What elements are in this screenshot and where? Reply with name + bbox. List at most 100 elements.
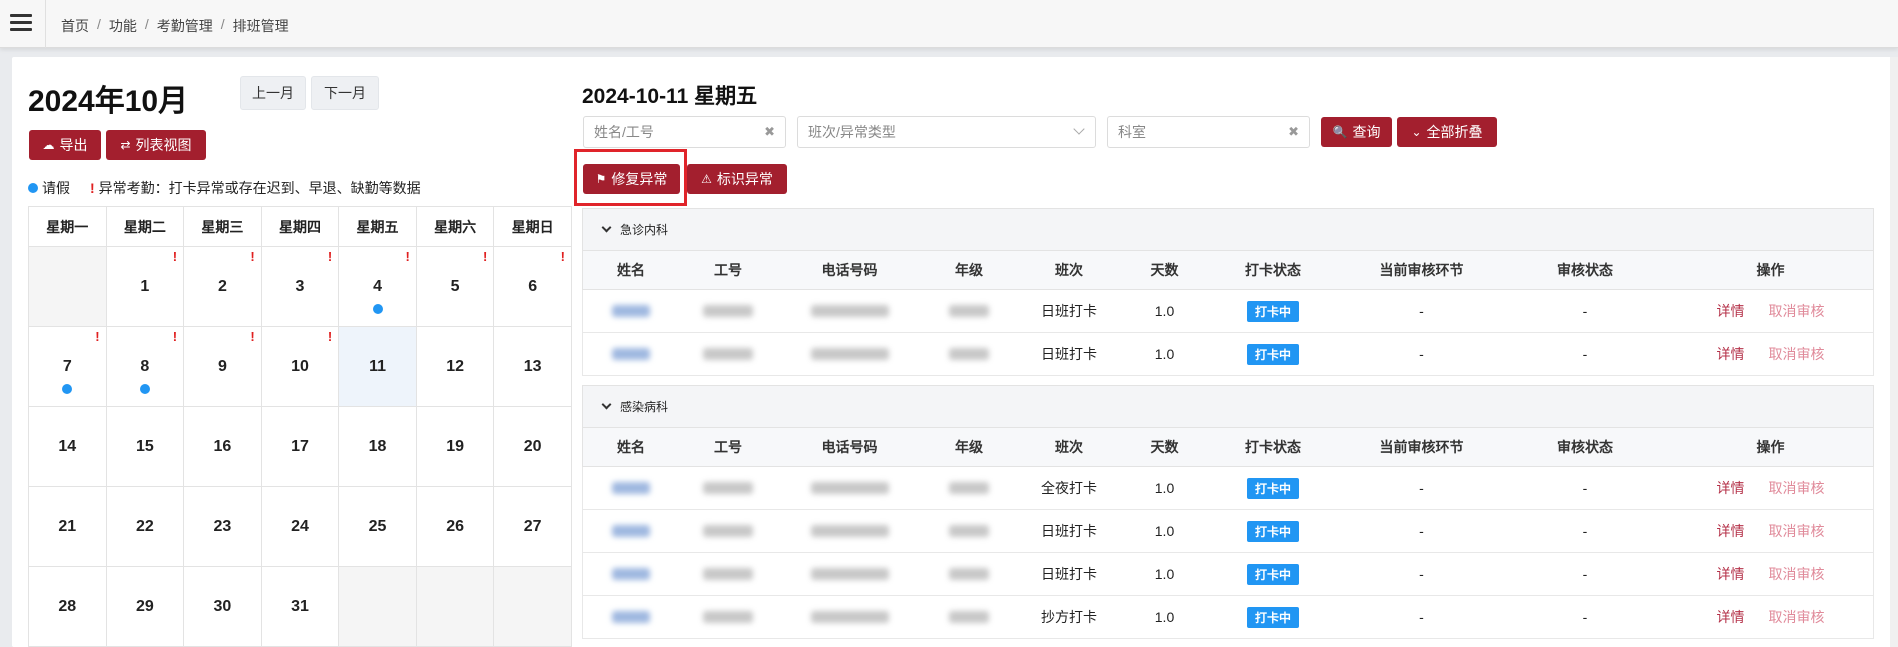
- scrollbar[interactable]: [1890, 57, 1898, 647]
- breadcrumb-function[interactable]: 功能: [109, 16, 137, 36]
- shift-cell: 日班打卡: [1041, 346, 1097, 362]
- days-cell: 1.0: [1154, 346, 1175, 362]
- blurred-value: [810, 568, 889, 580]
- detail-link[interactable]: 详情: [1717, 344, 1745, 364]
- calendar-day-12[interactable]: 12: [415, 326, 495, 407]
- calendar-day-2[interactable]: 2!: [183, 246, 262, 327]
- name-search-input[interactable]: 姓名/工号 ✖: [583, 116, 786, 148]
- actions-cell: 详情 取消审核: [1666, 333, 1875, 375]
- calendar-day-28[interactable]: 28: [28, 566, 107, 647]
- calendar-day-31[interactable]: 31: [260, 566, 340, 647]
- calendar-day-24[interactable]: 24: [260, 486, 340, 567]
- calendar-day-6[interactable]: 6!: [493, 246, 572, 327]
- calendar-day-13[interactable]: 13: [493, 326, 572, 407]
- calendar-day-17[interactable]: 17: [260, 406, 340, 487]
- calendar-day-18[interactable]: 18: [338, 406, 417, 487]
- grade-cell: [922, 290, 1016, 332]
- calendar-day-25[interactable]: 25: [338, 486, 417, 567]
- column-header: 电话号码: [821, 262, 878, 278]
- calendar-day-15[interactable]: 15: [105, 406, 185, 487]
- calendar-day-3[interactable]: 3!: [260, 246, 340, 327]
- detail-link[interactable]: 详情: [1717, 564, 1745, 584]
- calendar-day-11[interactable]: 11: [338, 326, 417, 407]
- section-name: 急诊内科: [620, 223, 669, 237]
- blurred-value: [810, 348, 889, 360]
- abnormal-mark-icon: !: [483, 249, 488, 264]
- calendar-day-1[interactable]: 1!: [105, 246, 185, 327]
- cancel-review-link[interactable]: 取消审核: [1769, 521, 1825, 541]
- blurred-value[interactable]: [612, 568, 650, 580]
- detail-link[interactable]: 详情: [1717, 478, 1745, 498]
- blurred-value[interactable]: [612, 611, 650, 623]
- blurred-value: [703, 568, 753, 580]
- blurred-value[interactable]: [612, 348, 650, 360]
- calendar-day-27[interactable]: 27: [493, 486, 572, 567]
- section-header[interactable]: 急诊内科: [582, 208, 1874, 251]
- calendar-day-20[interactable]: 20: [493, 406, 572, 487]
- name-cell: [583, 467, 679, 509]
- detail-link[interactable]: 详情: [1717, 607, 1745, 627]
- calendar-day-7[interactable]: 7!: [28, 326, 107, 407]
- next-month-button[interactable]: 下一月: [311, 76, 379, 110]
- blurred-value[interactable]: [612, 305, 650, 317]
- blurred-value: [949, 305, 989, 317]
- day-number: 14: [58, 437, 77, 455]
- cancel-review-link[interactable]: 取消审核: [1769, 301, 1825, 321]
- calendar-day-21[interactable]: 21: [28, 486, 107, 567]
- legend: 请假 ! 异常考勤：打卡异常或存在迟到、早退、缺勤等数据: [28, 178, 421, 198]
- calendar-empty-cell: [338, 566, 417, 647]
- cancel-review-link[interactable]: 取消审核: [1769, 344, 1825, 364]
- list-view-button[interactable]: ⇄ 列表视图: [106, 130, 206, 160]
- clear-icon[interactable]: ✖: [1288, 124, 1299, 140]
- divider: [45, 0, 46, 48]
- export-label: 导出: [59, 137, 88, 153]
- calendar-day-29[interactable]: 29: [105, 566, 185, 647]
- clear-icon[interactable]: ✖: [764, 124, 775, 140]
- blurred-value: [703, 348, 753, 360]
- blurred-value[interactable]: [612, 525, 650, 537]
- chevron-down-icon: [601, 222, 612, 233]
- calendar-day-16[interactable]: 16: [183, 406, 262, 487]
- menu-icon[interactable]: [10, 14, 32, 34]
- actions-cell: 详情 取消审核: [1666, 467, 1875, 509]
- calendar-day-9[interactable]: 9!: [183, 326, 262, 407]
- mark-abnormal-button[interactable]: ⚠ 标识异常: [687, 164, 787, 194]
- export-button[interactable]: ☁ 导出: [29, 130, 101, 160]
- calendar-day-5[interactable]: 5!: [415, 246, 495, 327]
- cancel-review-link[interactable]: 取消审核: [1769, 564, 1825, 584]
- column-header: 当前审核环节: [1379, 439, 1464, 455]
- detail-link[interactable]: 详情: [1717, 521, 1745, 541]
- shift-type-select[interactable]: 班次/异常类型: [797, 116, 1096, 148]
- calendar-day-4[interactable]: 4!: [338, 246, 417, 327]
- calendar-day-23[interactable]: 23: [183, 486, 262, 567]
- calendar-day-30[interactable]: 30: [183, 566, 262, 647]
- query-button[interactable]: 🔍 查询: [1321, 117, 1392, 147]
- blurred-value: [810, 305, 889, 317]
- section-header[interactable]: 感染病科: [582, 385, 1874, 428]
- blurred-value: [949, 525, 989, 537]
- day-number: 18: [368, 437, 387, 455]
- status-badge: 打卡中: [1246, 300, 1299, 322]
- day-number: 28: [58, 597, 77, 615]
- calendar-day-10[interactable]: 10!: [260, 326, 340, 407]
- id-cell: [679, 290, 777, 332]
- dept-search-input[interactable]: 科室 ✖: [1107, 116, 1310, 148]
- detail-link[interactable]: 详情: [1717, 301, 1745, 321]
- breadcrumb-attendance[interactable]: 考勤管理: [157, 16, 213, 36]
- calendar-day-14[interactable]: 14: [28, 406, 107, 487]
- cancel-review-link[interactable]: 取消审核: [1769, 607, 1825, 627]
- calendar-day-8[interactable]: 8!: [105, 326, 185, 407]
- name-cell: [583, 553, 679, 595]
- calendar-day-19[interactable]: 19: [415, 406, 495, 487]
- cancel-review-link[interactable]: 取消审核: [1769, 478, 1825, 498]
- collapse-all-button[interactable]: ⌄ 全部折叠: [1397, 117, 1497, 147]
- prev-month-button[interactable]: 上一月: [240, 76, 306, 110]
- breadcrumb-home[interactable]: 首页: [61, 16, 89, 36]
- abnormal-mark-icon: !: [172, 329, 178, 344]
- table-row: 日班打卡 1.0 打卡中 - - 详情 取消审核: [582, 553, 1874, 596]
- blurred-value[interactable]: [612, 482, 650, 494]
- day-number: 20: [523, 437, 542, 455]
- calendar-day-26[interactable]: 26: [415, 486, 495, 567]
- column-header: 电话号码: [821, 439, 878, 455]
- calendar-day-22[interactable]: 22: [105, 486, 185, 567]
